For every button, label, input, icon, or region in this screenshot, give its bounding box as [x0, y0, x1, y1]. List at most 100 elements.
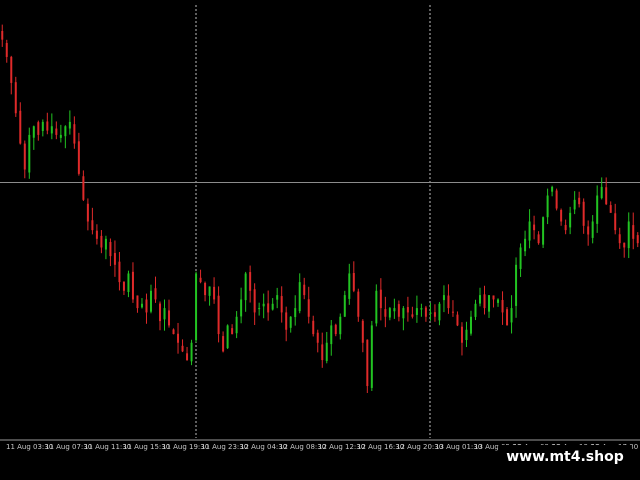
candle-body	[46, 121, 49, 131]
candle-body	[168, 310, 171, 326]
candle-body	[497, 299, 500, 303]
candle-body	[533, 224, 536, 231]
candle-body	[59, 134, 62, 138]
candle-body	[591, 221, 594, 238]
candle-body	[208, 286, 211, 296]
candle-body	[109, 242, 112, 257]
candle-body	[140, 303, 143, 308]
candle-body	[483, 294, 486, 309]
candle-body	[388, 308, 391, 318]
candle-body	[136, 295, 139, 309]
candle-body	[82, 176, 85, 200]
candle-body	[10, 56, 13, 83]
candle-body	[213, 286, 216, 300]
candle-body	[186, 353, 189, 361]
candle-body	[14, 82, 17, 114]
candle-body	[100, 235, 103, 248]
candle-body	[68, 121, 71, 129]
candle-body	[343, 295, 346, 317]
candle-body	[1, 30, 4, 40]
candle-body	[379, 289, 382, 309]
candle-body	[95, 230, 98, 239]
candle-body	[262, 303, 265, 307]
candle-body	[249, 272, 252, 291]
candle-body	[113, 253, 116, 265]
candle-body	[429, 312, 432, 314]
candle-body	[397, 304, 400, 317]
candle-body	[537, 234, 540, 244]
candle-body	[578, 197, 581, 205]
candle-body	[235, 316, 238, 334]
watermark-text: www.mt4.shop	[498, 445, 632, 469]
candle-body	[506, 309, 509, 326]
candle-body	[366, 339, 369, 387]
candle-body	[258, 308, 261, 310]
candle-body	[542, 217, 545, 245]
candle-body	[564, 224, 567, 231]
candle-body	[5, 42, 8, 57]
candle-body	[240, 299, 243, 317]
candle-body	[474, 303, 477, 317]
candle-body	[600, 186, 603, 199]
candle-body	[226, 325, 229, 349]
candle-body	[77, 141, 80, 174]
candle-body	[402, 308, 405, 319]
candle-body	[501, 300, 504, 313]
chart-canvas: 11 Aug 03:3011 Aug 07:3011 Aug 11:3011 A…	[0, 5, 640, 451]
candle-body	[348, 273, 351, 299]
candle-body	[339, 316, 342, 335]
candle-body	[280, 296, 283, 313]
candle-body	[28, 134, 31, 173]
candle-body	[316, 332, 319, 343]
candle-body	[303, 284, 306, 296]
candle-body	[19, 110, 22, 144]
candle-body	[424, 307, 427, 317]
candle-body	[172, 329, 175, 335]
candle-body	[582, 201, 585, 226]
candle-body	[312, 320, 315, 335]
candle-body	[573, 199, 576, 210]
candle-body	[632, 225, 635, 239]
candle-body	[267, 303, 270, 313]
candle-body	[55, 128, 58, 135]
candle-body	[569, 212, 572, 228]
candle-body	[447, 295, 450, 309]
candle-body	[298, 282, 301, 312]
candle-body	[627, 221, 630, 249]
candle-body	[411, 314, 414, 317]
candle-body	[460, 326, 463, 343]
candle-body	[276, 295, 279, 300]
candle-body	[118, 261, 121, 283]
candle-body	[321, 344, 324, 361]
candle-body	[334, 324, 337, 335]
candle-body	[384, 309, 387, 317]
candle-body	[104, 238, 107, 250]
candle-body	[177, 333, 180, 343]
candle-body	[614, 213, 617, 231]
session-separators	[195, 5, 431, 438]
candle-body	[433, 312, 436, 317]
candle-body	[560, 209, 563, 222]
candle-body	[190, 342, 193, 362]
candle-body	[73, 124, 76, 144]
candle-body	[163, 308, 166, 320]
candle-body	[415, 308, 418, 315]
candle-body	[271, 303, 274, 310]
candle-body	[636, 235, 639, 244]
candle-body	[375, 290, 378, 324]
candle-body	[370, 325, 373, 388]
candle-body	[479, 295, 481, 304]
candle-body	[465, 329, 468, 341]
candle-body	[86, 203, 89, 222]
candle-body	[91, 220, 94, 231]
candle-body	[528, 221, 531, 241]
candle-body	[64, 126, 67, 137]
candle-body	[352, 272, 355, 291]
candle-body	[357, 291, 360, 317]
candle-body	[623, 242, 626, 248]
candle-body	[546, 195, 549, 218]
candle-body	[515, 264, 518, 306]
candle-body	[442, 295, 445, 301]
candle-body	[551, 186, 554, 192]
candle-body	[492, 295, 495, 300]
